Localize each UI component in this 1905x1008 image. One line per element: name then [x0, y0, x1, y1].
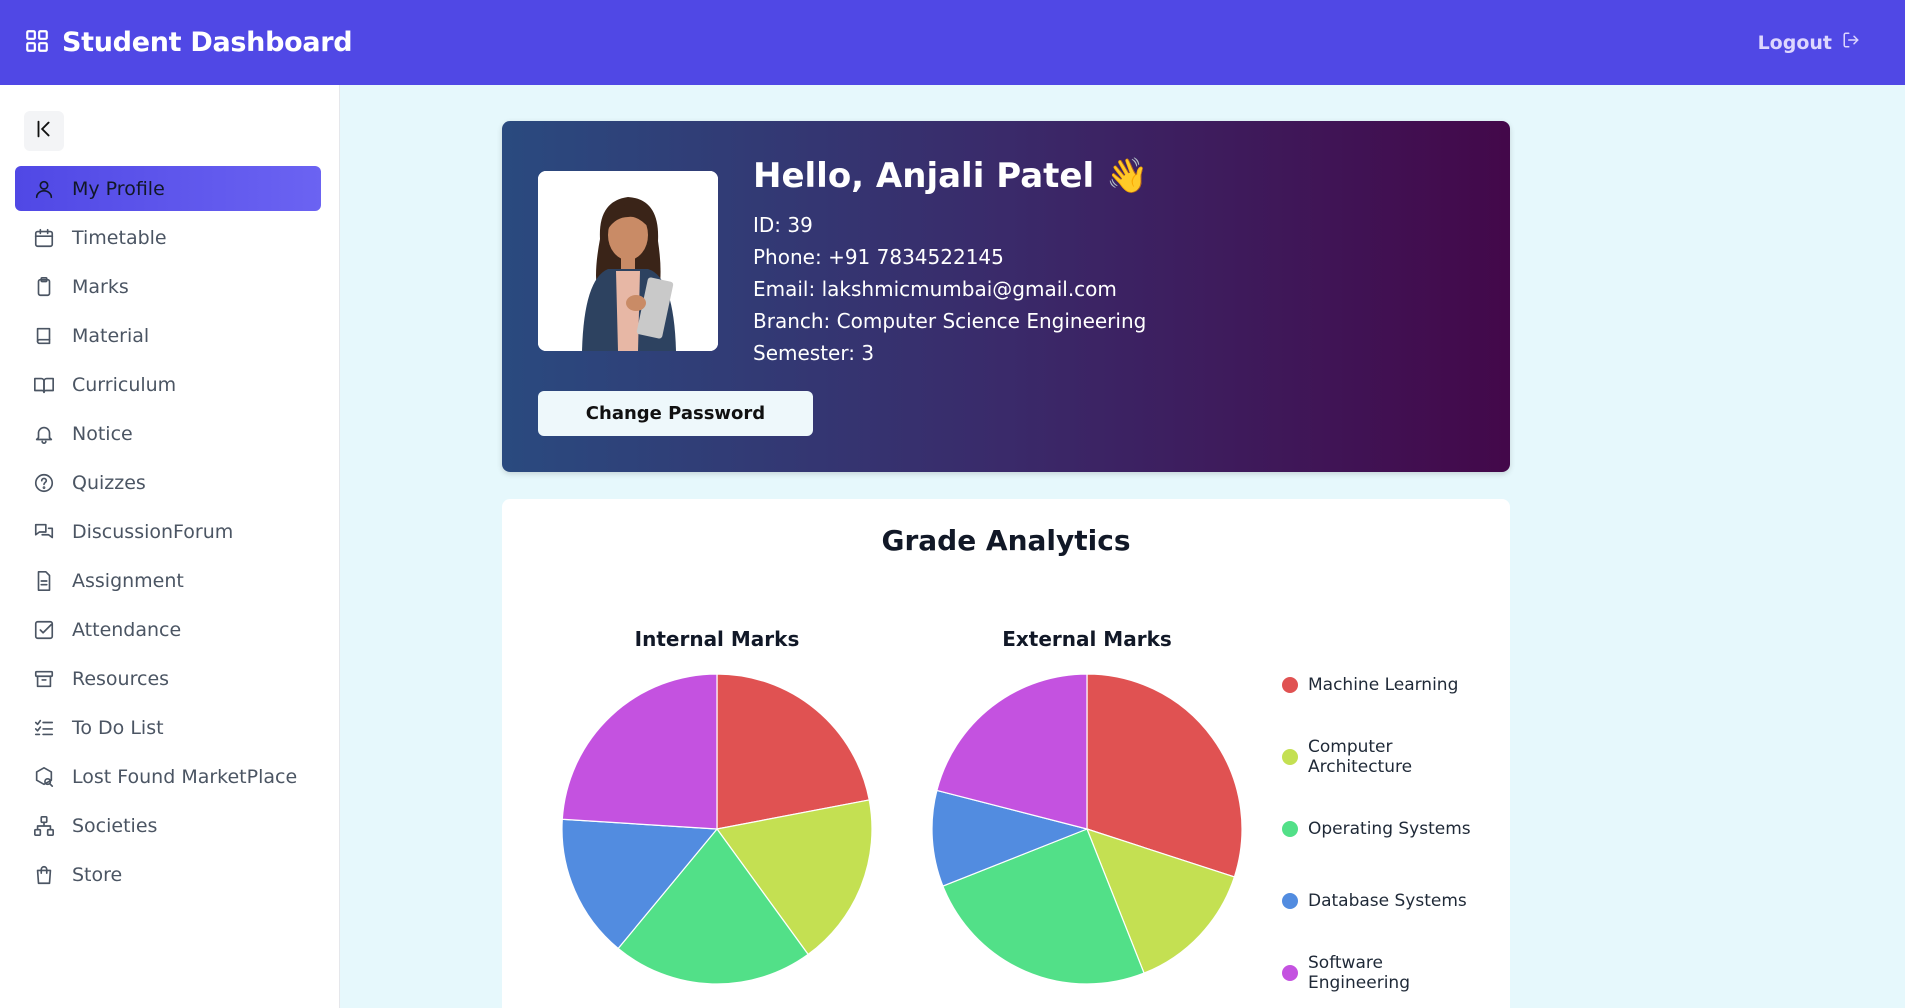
student-photo: [538, 171, 718, 351]
semester-label: Semester:: [753, 341, 855, 365]
sidebar-item-lost-found-marketplace[interactable]: Lost Found MarketPlace: [15, 754, 321, 799]
sidebar-item-store[interactable]: Store: [15, 852, 321, 897]
sidebar-item-notice[interactable]: Notice: [15, 411, 321, 456]
sidebar-item-label: Quizzes: [72, 471, 146, 494]
sidebar-item-label: To Do List: [72, 716, 164, 739]
network-icon: [32, 814, 56, 838]
external-marks-title: External Marks: [1002, 627, 1172, 651]
help-circle-icon: [32, 471, 56, 495]
top-navbar: Student Dashboard Logout: [0, 0, 1905, 85]
chat-icon: [32, 520, 56, 544]
sidebar-item-label: Timetable: [72, 226, 167, 249]
legend-item[interactable]: Machine Learning: [1282, 649, 1482, 721]
branch-value: Computer Science Engineering: [836, 309, 1147, 333]
sidebar-item-label: Attendance: [72, 618, 182, 641]
sidebar-item-curriculum[interactable]: Curriculum: [15, 362, 321, 407]
calendar-icon: [32, 226, 56, 250]
branch-label: Branch:: [753, 309, 831, 333]
phone-value: +91 7834522145: [828, 245, 1004, 269]
phone-row: Phone: +91 7834522145: [753, 241, 1146, 273]
grid-icon: [24, 28, 50, 58]
email-row: Email: lakshmicmumbai@gmail.com: [753, 273, 1146, 305]
email-label: Email:: [753, 277, 816, 301]
sidebar-item-label: Marks: [72, 275, 129, 298]
logout-label: Logout: [1757, 31, 1832, 54]
profile-card: Hello, Anjali Patel 👋 ID: 39 Phone: +91 …: [502, 121, 1510, 472]
sidebar-item-assignment[interactable]: Assignment: [15, 558, 321, 603]
greeting: Hello, Anjali Patel 👋: [753, 156, 1149, 196]
clipboard-icon: [32, 275, 56, 299]
student-id-row: ID: 39: [753, 209, 1146, 241]
sidebar-nav: My Profile Timetable Marks Material Curricul…: [15, 166, 321, 901]
branch-row: Branch: Computer Science Engineering: [753, 305, 1146, 337]
profile-info: ID: 39 Phone: +91 7834522145 Email: laks…: [753, 209, 1146, 369]
legend-label: Machine Learning: [1308, 675, 1459, 695]
sidebar-item-quizzes[interactable]: Quizzes: [15, 460, 321, 505]
sidebar-item-label: Curriculum: [72, 373, 177, 396]
external-marks-pie-chart: [931, 673, 1243, 985]
legend-swatch: [1282, 965, 1298, 981]
sidebar-item-label: Store: [72, 863, 123, 886]
logout-icon: [1842, 31, 1860, 54]
legend-label: Database Systems: [1308, 891, 1467, 911]
legend-item[interactable]: Computer Architecture: [1282, 721, 1482, 793]
package-search-icon: [32, 765, 56, 789]
sidebar-item-label: Resources: [72, 667, 170, 690]
sidebar-item-label: Assignment: [72, 569, 184, 592]
semester-value: 3: [861, 341, 875, 365]
file-text-icon: [32, 569, 56, 593]
sidebar-item-label: DiscussionForum: [72, 520, 234, 543]
sidebar-item-resources[interactable]: Resources: [15, 656, 321, 701]
archive-icon: [32, 667, 56, 691]
grade-analytics-panel: Grade Analytics Internal Marks External …: [502, 499, 1510, 1008]
chart-legend: Machine Learning Computer Architecture Ope…: [1282, 649, 1482, 1008]
sidebar-item-to-do-list[interactable]: To Do List: [15, 705, 321, 750]
email-value: lakshmicmumbai@gmail.com: [821, 277, 1117, 301]
legend-swatch: [1282, 677, 1298, 693]
book-open-icon: [32, 373, 56, 397]
shopping-bag-icon: [32, 863, 56, 887]
sidebar-item-material[interactable]: Material: [15, 313, 321, 358]
legend-swatch: [1282, 821, 1298, 837]
sidebar-item-label: Societies: [72, 814, 158, 837]
user-icon: [32, 177, 56, 201]
sidebar-item-label: Lost Found MarketPlace: [72, 765, 298, 788]
sidebar-item-label: My Profile: [72, 177, 165, 200]
internal-marks-title: Internal Marks: [634, 627, 800, 651]
id-value: 39: [787, 213, 813, 237]
legend-swatch: [1282, 893, 1298, 909]
brand: Student Dashboard: [24, 27, 353, 58]
app-title: Student Dashboard: [62, 27, 353, 58]
semester-row: Semester: 3: [753, 337, 1146, 369]
analytics-title: Grade Analytics: [881, 524, 1131, 557]
sidebar-item-timetable[interactable]: Timetable: [15, 215, 321, 260]
sidebar-item-marks[interactable]: Marks: [15, 264, 321, 309]
sidebar-item-discussionforum[interactable]: DiscussionForum: [15, 509, 321, 554]
book-icon: [32, 324, 56, 348]
internal-marks-pie-chart: [561, 673, 873, 985]
phone-label: Phone:: [753, 245, 822, 269]
sidebar-item-label: Material: [72, 324, 150, 347]
sidebar-item-label: Notice: [72, 422, 133, 445]
sidebar-item-societies[interactable]: Societies: [15, 803, 321, 848]
legend-label: Operating Systems: [1308, 819, 1471, 839]
legend-item[interactable]: Operating Systems: [1282, 793, 1482, 865]
change-password-button[interactable]: Change Password: [538, 391, 813, 436]
legend-item[interactable]: Database Systems: [1282, 865, 1482, 937]
legend-label: Computer Architecture: [1308, 737, 1413, 777]
check-square-icon: [32, 618, 56, 642]
collapse-sidebar-button[interactable]: [24, 111, 64, 151]
legend-swatch: [1282, 749, 1298, 765]
bell-icon: [32, 422, 56, 446]
chevron-left-icon: [33, 118, 55, 144]
pie-slice-software-engineering[interactable]: [561, 673, 718, 830]
legend-label: Software Engineering: [1308, 953, 1410, 993]
logout-button[interactable]: Logout: [1758, 31, 1860, 54]
id-label: ID:: [753, 213, 782, 237]
sidebar-item-my-profile[interactable]: My Profile: [15, 166, 321, 211]
list-check-icon: [32, 716, 56, 740]
sidebar: My Profile Timetable Marks Material Curricul…: [0, 85, 340, 1008]
legend-item[interactable]: Software Engineering: [1282, 937, 1482, 1008]
sidebar-item-attendance[interactable]: Attendance: [15, 607, 321, 652]
